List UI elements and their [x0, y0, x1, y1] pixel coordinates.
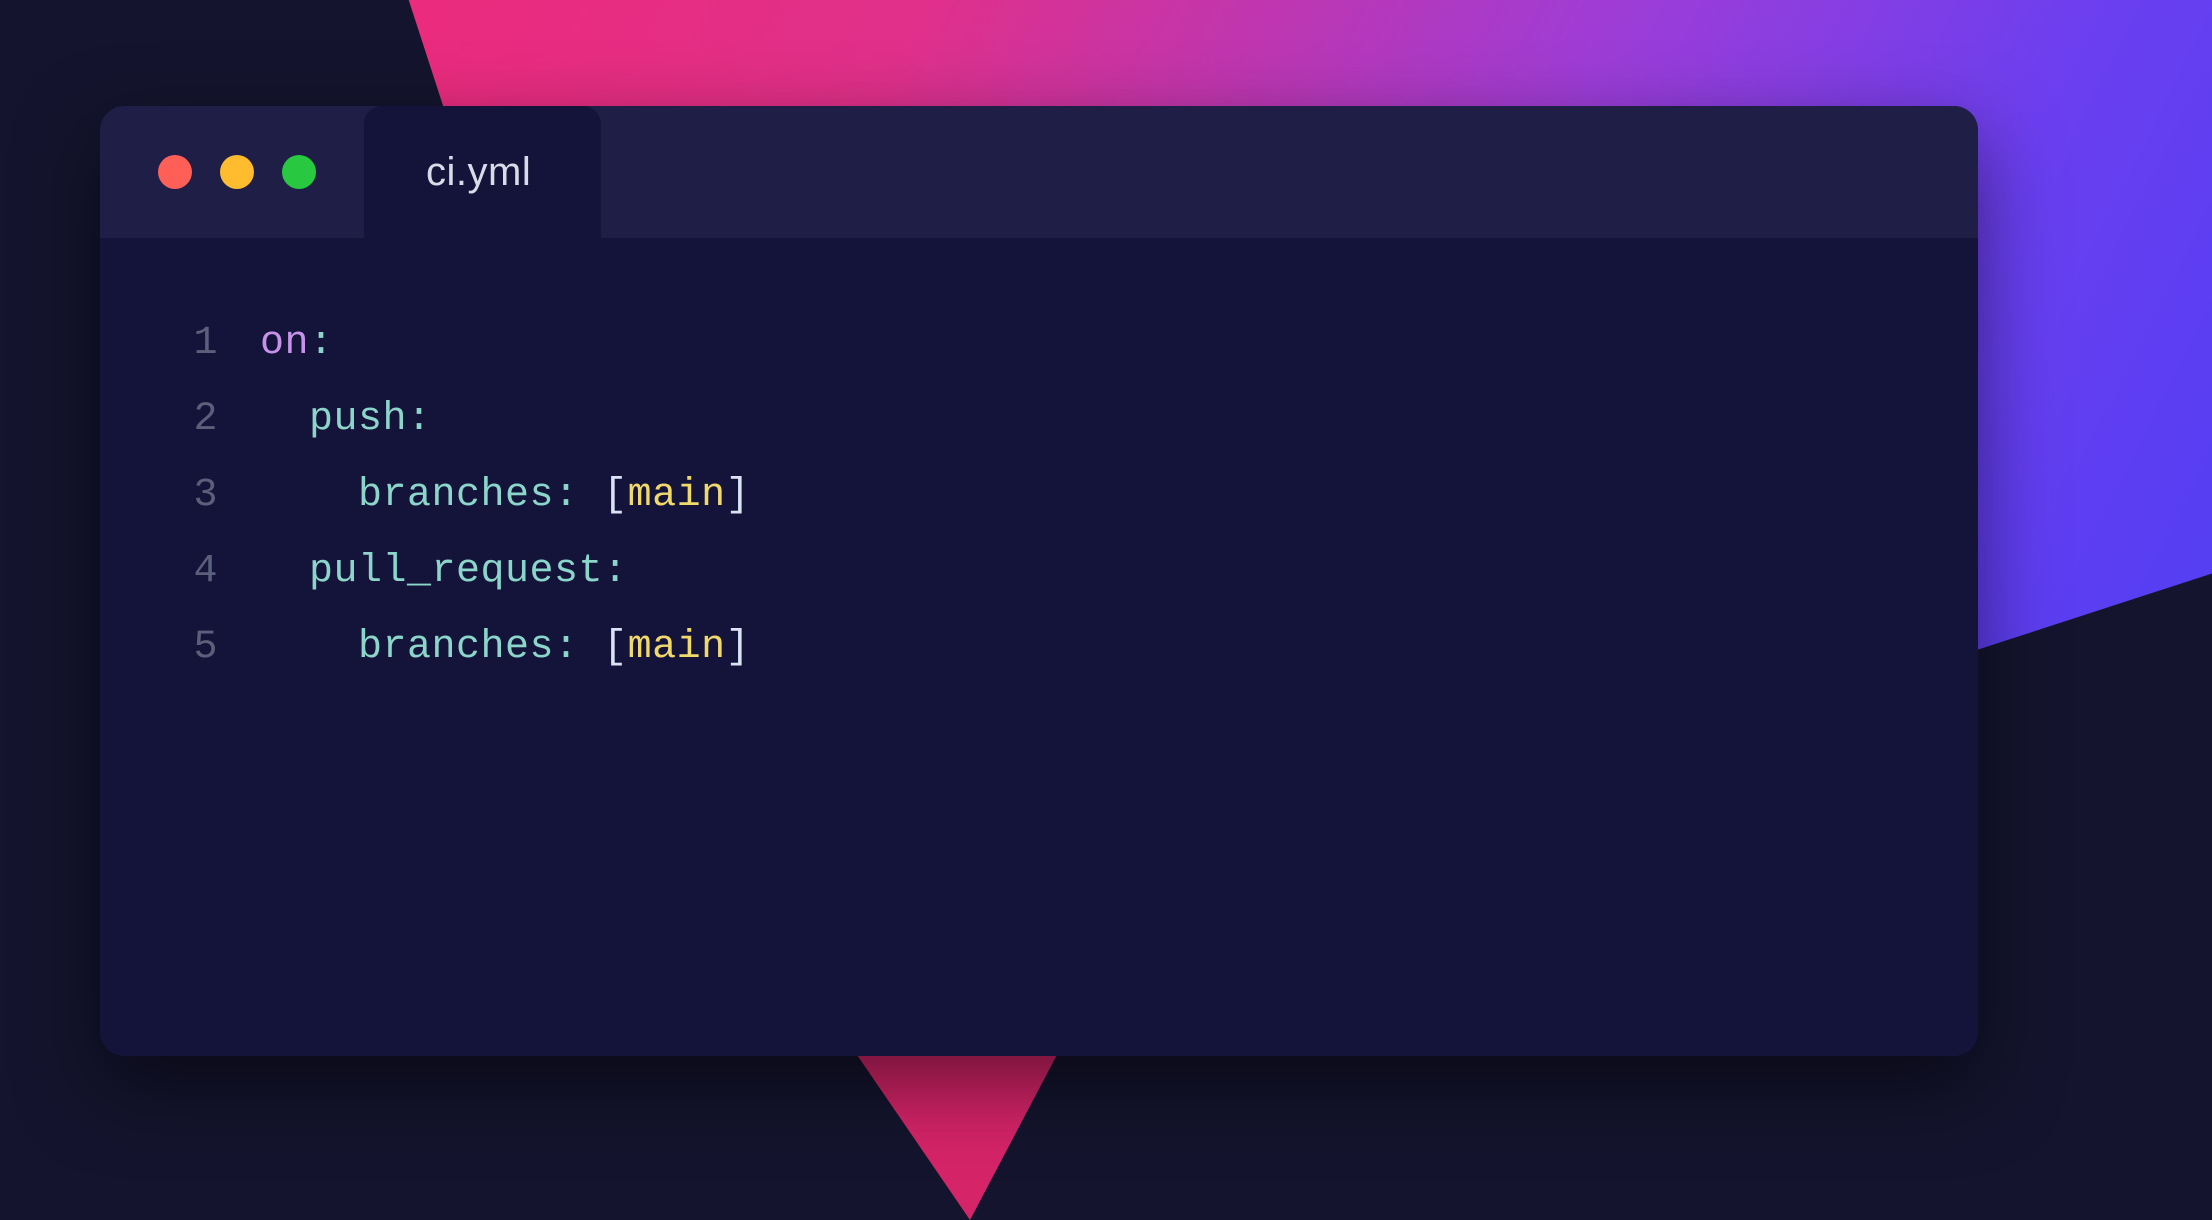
- code-content: branches: [main]: [260, 610, 750, 686]
- code-content: push:: [260, 382, 432, 458]
- code-content: on:: [260, 306, 334, 382]
- window-controls: [100, 106, 364, 238]
- code-line: 4 pull_request:: [160, 534, 1918, 610]
- maximize-icon[interactable]: [282, 155, 316, 189]
- line-number: 1: [160, 306, 218, 382]
- code-line: 3 branches: [main]: [160, 458, 1918, 534]
- line-number: 4: [160, 534, 218, 610]
- code-editor[interactable]: 1on:2 push:3 branches: [main]4 pull_requ…: [100, 238, 1978, 746]
- minimize-icon[interactable]: [220, 155, 254, 189]
- line-number: 2: [160, 382, 218, 458]
- code-content: pull_request:: [260, 534, 628, 610]
- code-line: 2 push:: [160, 382, 1918, 458]
- close-icon[interactable]: [158, 155, 192, 189]
- editor-window: ci.yml 1on:2 push:3 branches: [main]4 pu…: [100, 106, 1978, 1056]
- window-titlebar: ci.yml: [100, 106, 1978, 238]
- background-arrow-shape: [840, 1030, 1070, 1220]
- tab-filename: ci.yml: [426, 150, 531, 195]
- code-line: 1 on:: [160, 306, 1918, 382]
- line-number: 5: [160, 610, 218, 686]
- code-line: 5 branches: [main]: [160, 610, 1918, 686]
- code-content: branches: [main]: [260, 458, 750, 534]
- line-number: 3: [160, 458, 218, 534]
- tab-active[interactable]: ci.yml: [364, 106, 601, 238]
